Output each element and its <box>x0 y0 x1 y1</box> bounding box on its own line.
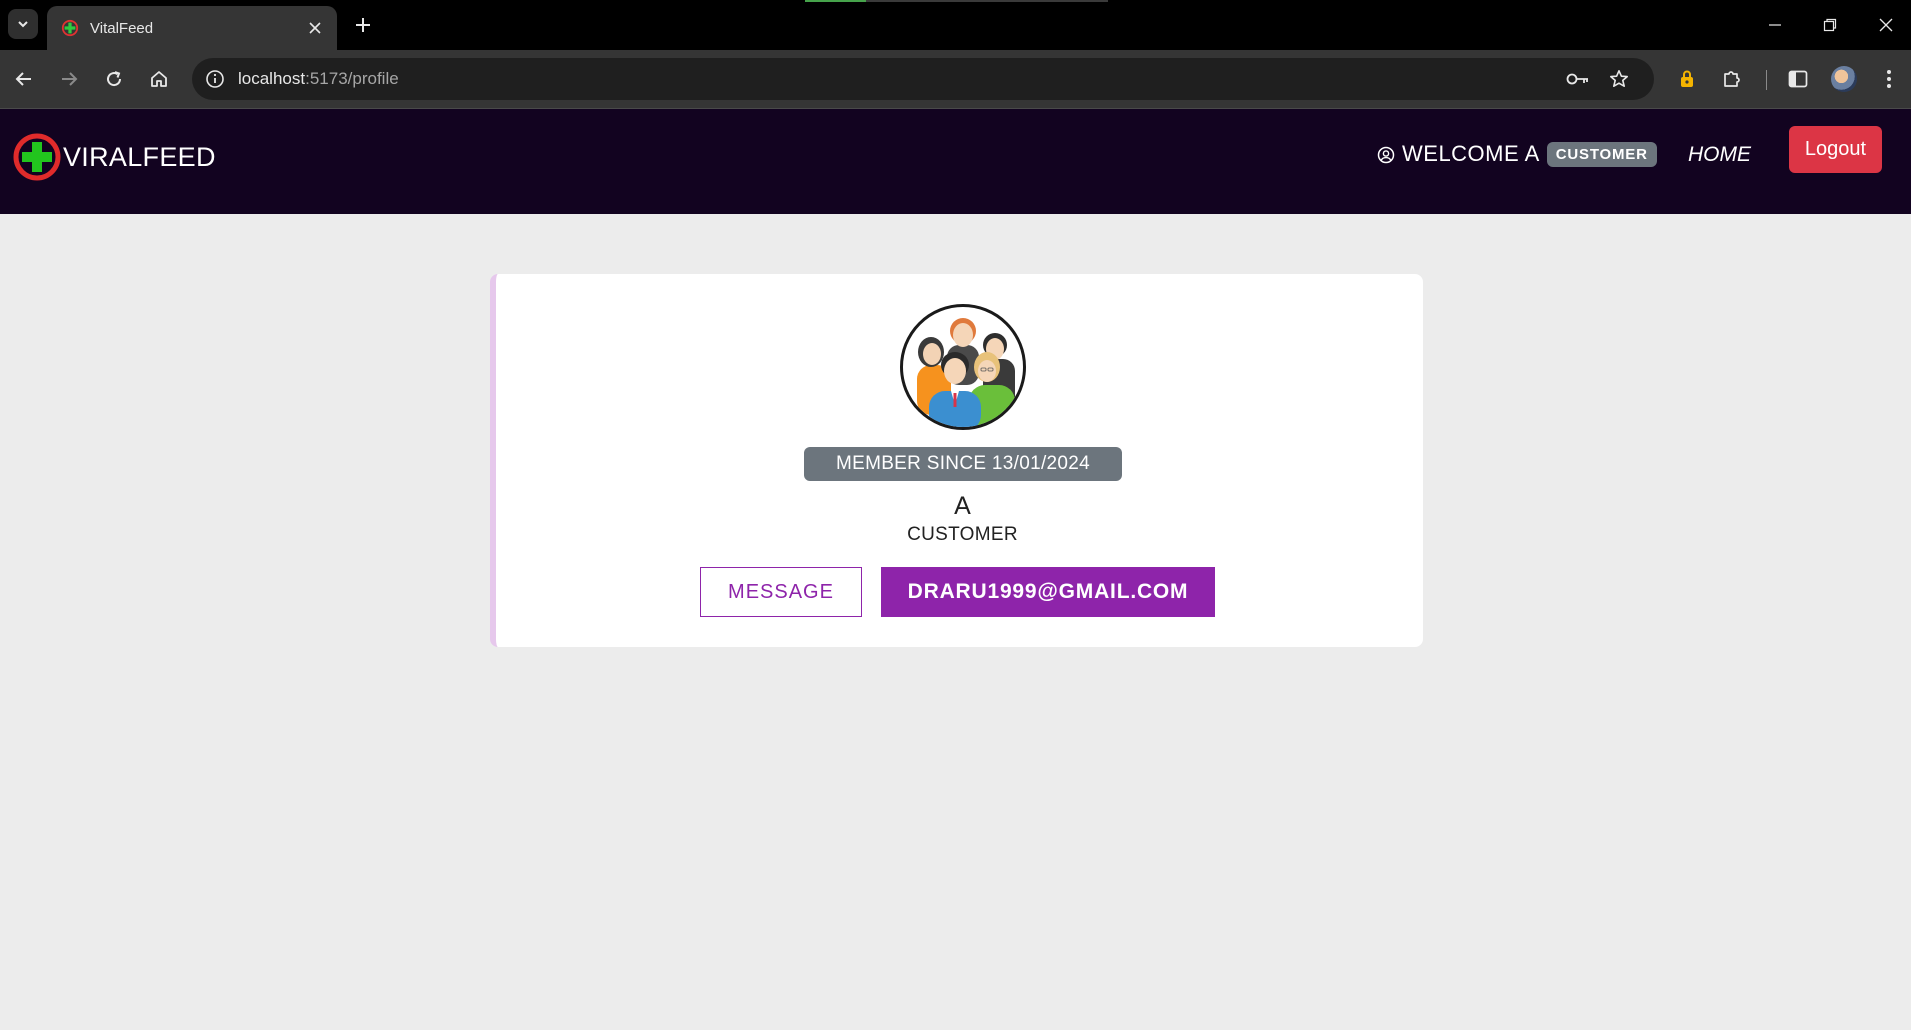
profile-role: CUSTOMER <box>907 524 1018 545</box>
tab-close-button[interactable] <box>303 16 327 40</box>
message-button[interactable]: MESSAGE <box>700 567 862 617</box>
info-icon <box>206 70 224 88</box>
brand-link[interactable]: VIRALFEED <box>12 132 216 182</box>
password-key-button[interactable] <box>1566 67 1590 91</box>
page-loading-fill <box>805 0 866 2</box>
close-window-button[interactable] <box>1866 10 1906 40</box>
side-panel-icon <box>1788 70 1808 88</box>
extension-lock-button[interactable] <box>1671 63 1703 95</box>
app-navbar: VIRALFEED WELCOME A CUSTOMER HOME Logout <box>0 109 1911 214</box>
role-badge: CUSTOMER <box>1546 141 1657 167</box>
minimize-icon <box>1769 24 1781 26</box>
restore-button[interactable] <box>1810 10 1850 40</box>
new-tab-button[interactable] <box>350 12 376 38</box>
reload-icon <box>107 71 122 87</box>
brand-name: VIRALFEED <box>63 141 216 172</box>
logout-button[interactable]: Logout <box>1789 126 1882 173</box>
profile-avatar-icon <box>1831 66 1857 92</box>
user-circle-icon <box>1377 146 1395 164</box>
home-icon <box>151 71 167 87</box>
welcome-greeting: WELCOME A CUSTOMER <box>1377 141 1657 167</box>
url-text: localhost:5173/profile <box>238 69 399 89</box>
side-panel-button[interactable] <box>1782 63 1814 95</box>
welcome-text: WELCOME A <box>1402 141 1540 166</box>
browser-toolbar: localhost:5173/profile <box>0 50 1911 108</box>
home-link[interactable]: HOME <box>1688 143 1751 167</box>
back-button[interactable] <box>8 63 40 95</box>
close-icon <box>309 22 321 34</box>
site-info-button[interactable] <box>204 68 226 90</box>
restore-icon <box>1823 18 1837 32</box>
extensions-button[interactable] <box>1716 63 1748 95</box>
bookmark-button[interactable] <box>1607 67 1631 91</box>
browser-menu-button[interactable] <box>1873 63 1905 95</box>
kebab-menu-icon <box>1887 70 1891 88</box>
puzzle-icon <box>1724 71 1740 87</box>
member-since-badge: MEMBER SINCE 13/01/2024 <box>804 447 1122 481</box>
home-button[interactable] <box>143 63 175 95</box>
lock-extension-icon <box>1681 70 1693 87</box>
reload-button[interactable] <box>98 63 130 95</box>
address-bar[interactable]: localhost:5173/profile <box>192 58 1654 100</box>
page-loading-bar <box>805 0 1108 2</box>
plus-icon <box>356 18 370 32</box>
tab-search-button[interactable] <box>8 9 38 39</box>
browser-tabstrip: VitalFeed <box>0 0 1911 50</box>
group-people-avatar <box>917 318 1015 427</box>
arrow-right-icon <box>62 72 78 86</box>
chevron-down-icon <box>18 21 28 28</box>
forward-button[interactable] <box>53 63 85 95</box>
minimize-button[interactable] <box>1755 10 1795 40</box>
profile-button[interactable] <box>1828 63 1860 95</box>
tab-title: VitalFeed <box>90 19 154 37</box>
toolbar-separator <box>1766 70 1767 90</box>
browser-tab-active[interactable]: VitalFeed <box>47 6 337 50</box>
favicon-icon <box>61 19 79 37</box>
profile-card: MEMBER SINCE 13/01/2024 A CUSTOMER MESSA… <box>490 274 1423 647</box>
url-path: :5173/profile <box>305 69 399 88</box>
medical-cross-logo-icon <box>13 133 61 181</box>
profile-avatar <box>900 304 1026 430</box>
email-button[interactable]: DRARU1999@GMAIL.COM <box>881 567 1215 617</box>
close-icon <box>1879 18 1893 32</box>
profile-name: A <box>954 492 971 520</box>
key-icon <box>1566 73 1588 85</box>
arrow-left-icon <box>15 72 31 86</box>
star-icon <box>1610 70 1628 87</box>
url-host: localhost <box>238 69 306 88</box>
